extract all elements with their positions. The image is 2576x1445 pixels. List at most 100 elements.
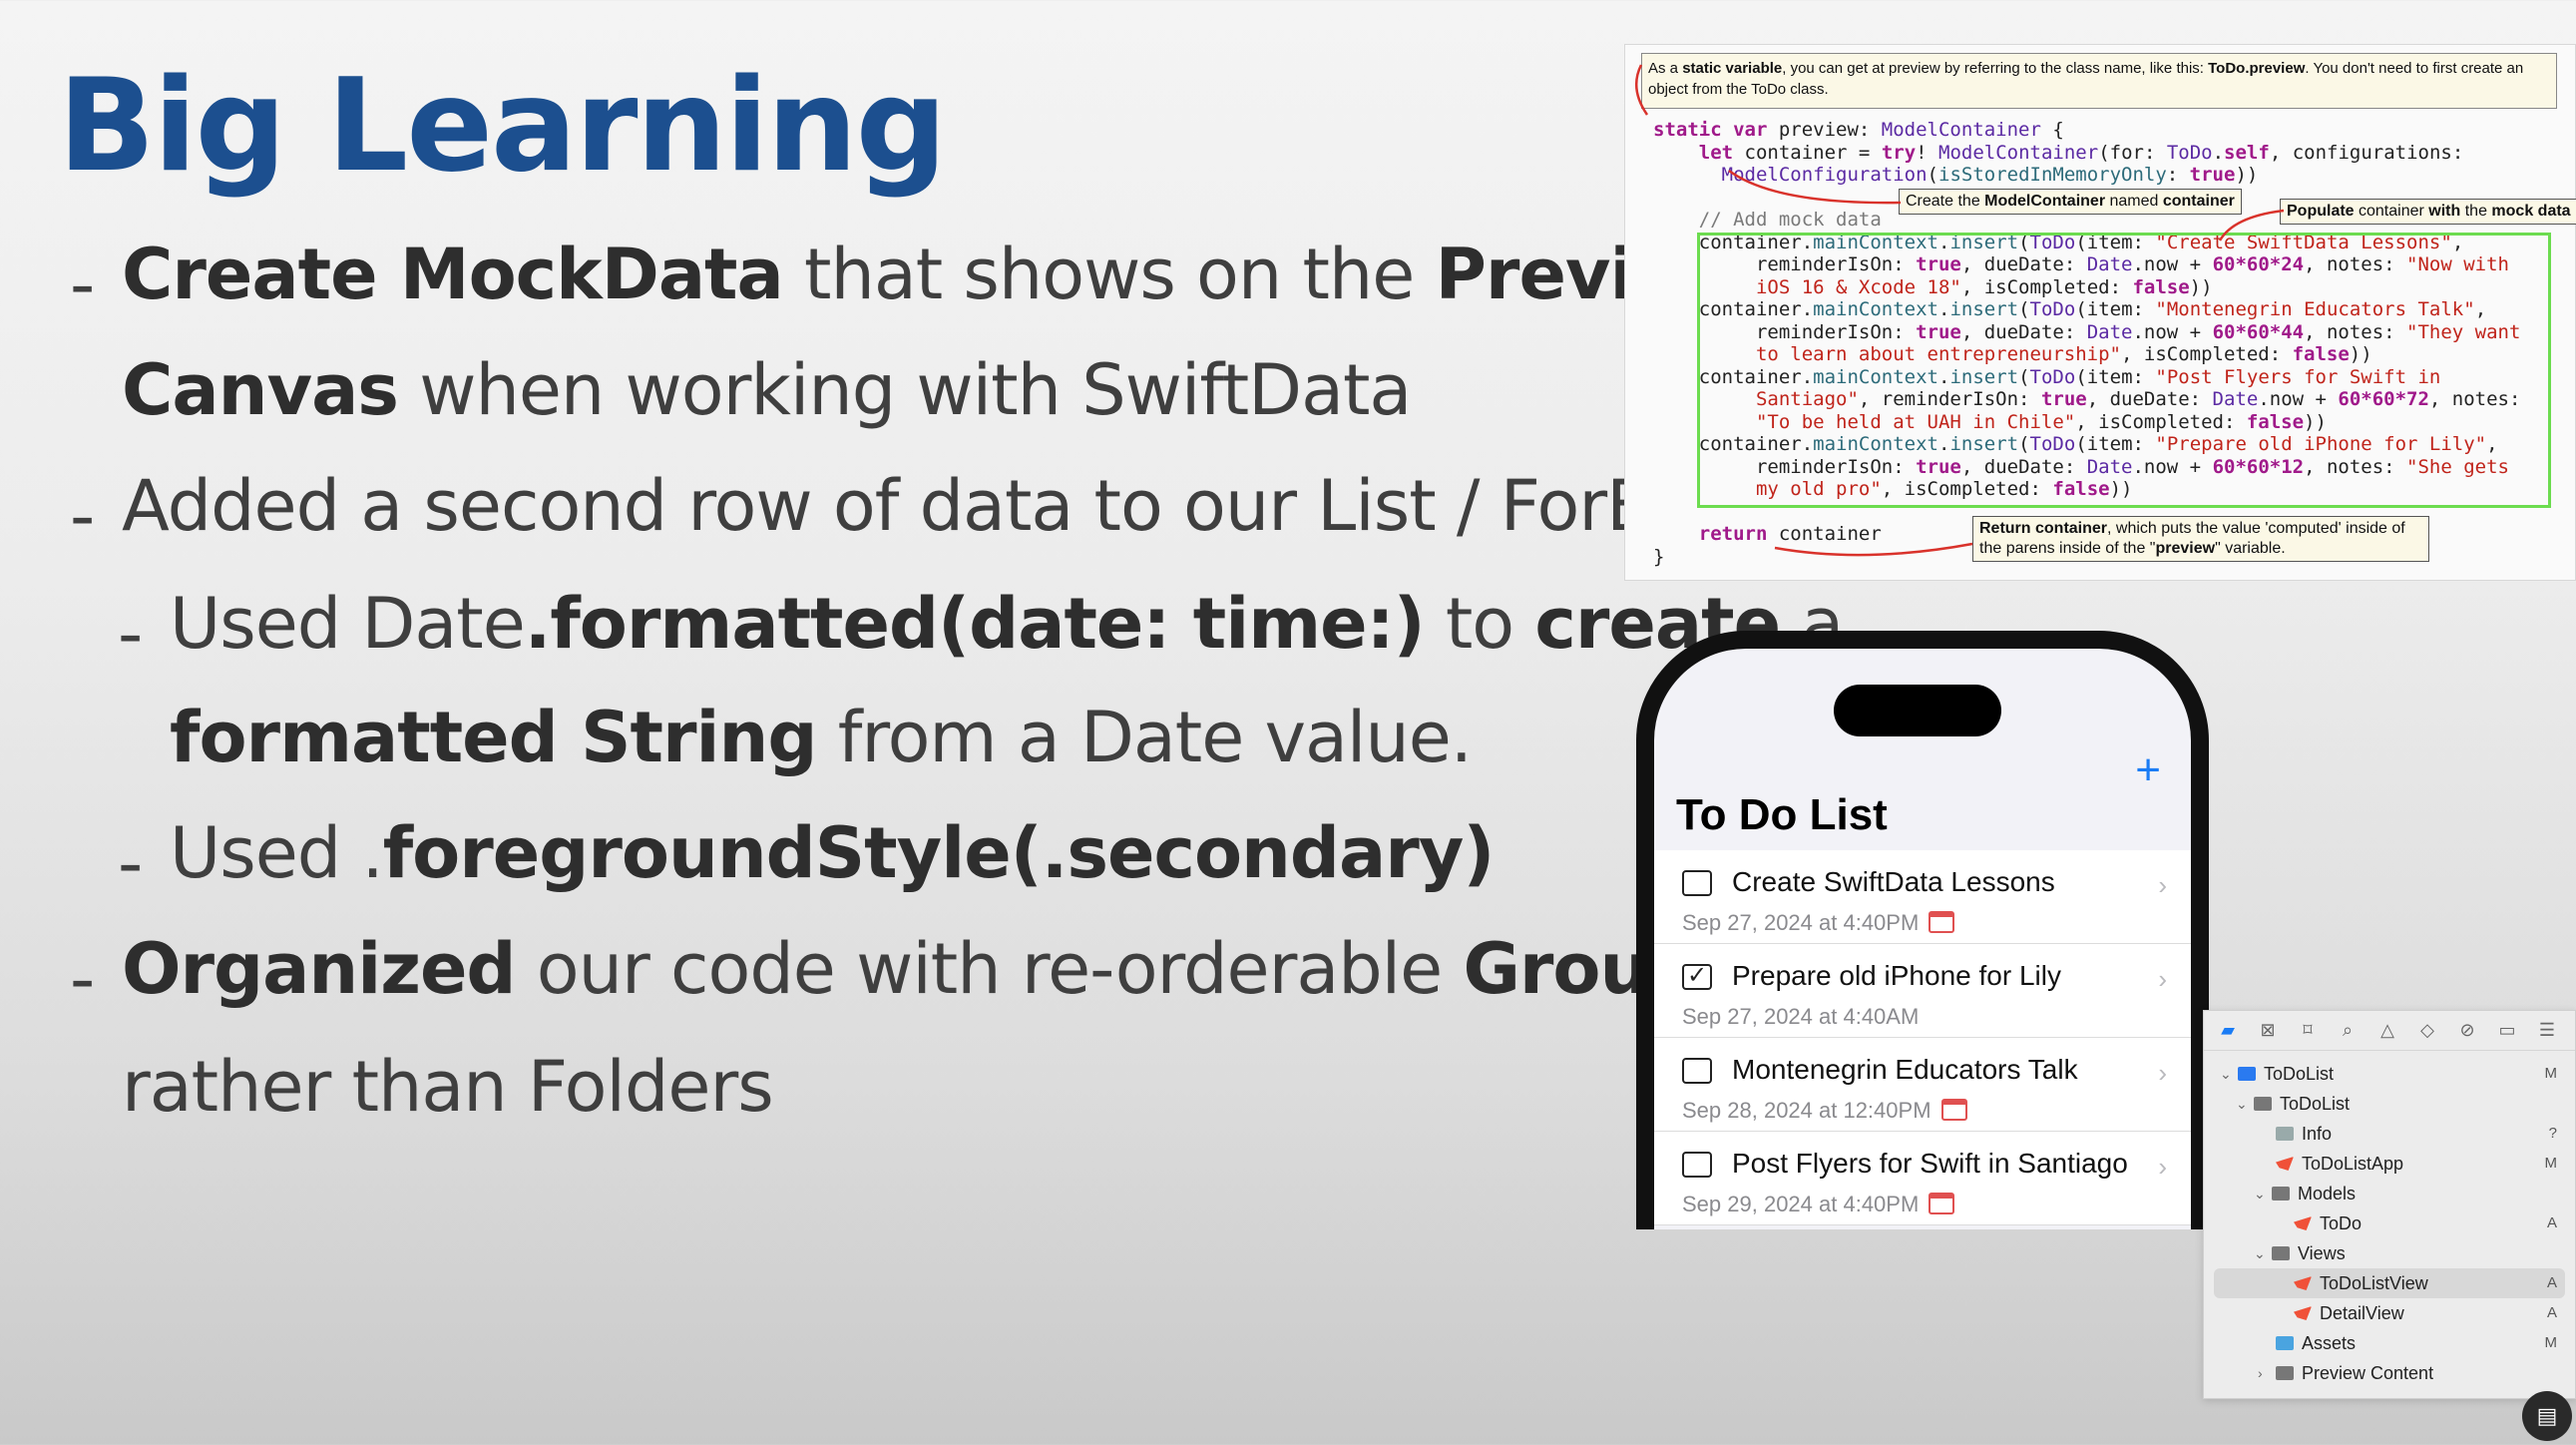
tree-row-group[interactable]: ⌄ Views bbox=[2204, 1238, 2575, 1268]
tree-label: ToDo bbox=[2320, 1213, 2362, 1233]
bullet-second-row: Added a second row of data to our List /… bbox=[122, 465, 1773, 547]
tree-row-group[interactable]: ⌄ ToDoList bbox=[2204, 1089, 2575, 1119]
tree-row-project[interactable]: ⌄ ToDoList M bbox=[2204, 1059, 2575, 1089]
swift-file-icon bbox=[2294, 1306, 2312, 1320]
code-screenshot: As a static variable, you can get at pre… bbox=[1624, 44, 2576, 581]
git-status: A bbox=[2546, 1214, 2557, 1231]
test-icon[interactable]: ◇ bbox=[2417, 1020, 2437, 1041]
todo-due-date: Sep 28, 2024 at 12:40PM bbox=[1682, 1098, 1967, 1124]
tree-row-file[interactable]: Info ? bbox=[2204, 1119, 2575, 1149]
tree-label: DetailView bbox=[2320, 1303, 2404, 1323]
search-icon[interactable]: ⌕ bbox=[2338, 1020, 2358, 1041]
arrow-static bbox=[1634, 64, 1649, 116]
chevron-right-icon: › bbox=[2158, 1152, 2167, 1182]
source-control-icon[interactable]: ⊠ bbox=[2258, 1020, 2278, 1041]
bullet-mockdata-line1: Create MockData that shows on the Previe… bbox=[122, 234, 1744, 315]
calendar-reminder-icon bbox=[1929, 1193, 1955, 1214]
tree-label: Assets bbox=[2302, 1333, 2357, 1353]
folder-icon bbox=[2272, 1187, 2290, 1201]
add-todo-button[interactable]: + bbox=[2135, 748, 2161, 792]
git-status: ? bbox=[2548, 1125, 2557, 1142]
tree-label: Preview Content bbox=[2302, 1363, 2434, 1383]
tree-label: ToDoList bbox=[2280, 1094, 2351, 1114]
todo-due-date: Sep 29, 2024 at 4:40PM bbox=[1682, 1192, 1955, 1217]
chevron-down-icon[interactable]: ⌄ bbox=[2220, 1059, 2232, 1089]
arrow-populate bbox=[2218, 209, 2285, 241]
chevron-right-icon: › bbox=[2158, 964, 2167, 994]
tree-row-file[interactable]: DetailView A bbox=[2204, 1298, 2575, 1328]
tree-row-file[interactable]: ToDoListApp M bbox=[2204, 1149, 2575, 1179]
xcode-project-icon bbox=[2238, 1067, 2256, 1081]
git-status: M bbox=[2544, 1155, 2558, 1172]
checkbox-icon[interactable] bbox=[1682, 1058, 1712, 1084]
checkbox-icon[interactable] bbox=[1682, 870, 1712, 896]
bullet-formatted-line1: Used Date.formatted(date: time:) to crea… bbox=[170, 583, 1844, 665]
report-icon[interactable]: ☰ bbox=[2537, 1020, 2557, 1041]
git-status: M bbox=[2544, 1065, 2558, 1082]
todo-row[interactable]: Montenegrin Educators Talk Sep 28, 2024 … bbox=[1654, 1038, 2191, 1132]
tree-row-group[interactable]: › Preview Content bbox=[2204, 1358, 2575, 1388]
captions-button[interactable]: ▤ bbox=[2522, 1391, 2572, 1441]
bullet-dash: - bbox=[118, 822, 144, 904]
debug-icon[interactable]: ⊘ bbox=[2457, 1020, 2477, 1041]
tree-row-file-selected[interactable]: ToDoListView A bbox=[2214, 1268, 2565, 1298]
tree-label: ToDoList bbox=[2264, 1064, 2335, 1084]
asset-catalog-icon bbox=[2276, 1336, 2294, 1350]
tree-label: ToDoListView bbox=[2320, 1273, 2428, 1293]
git-status: A bbox=[2546, 1304, 2557, 1321]
todo-due-date: Sep 27, 2024 at 4:40PM bbox=[1682, 910, 1955, 936]
iphone-preview: + To Do List Create SwiftData Lessons Se… bbox=[1636, 631, 2209, 1229]
checkbox-icon[interactable] bbox=[1682, 1152, 1712, 1178]
todo-item-label: Prepare old iPhone for Lily bbox=[1732, 960, 2061, 991]
tree-row-file[interactable]: Assets M bbox=[2204, 1328, 2575, 1358]
todo-list: Create SwiftData Lessons Sep 27, 2024 at… bbox=[1654, 850, 2191, 1225]
tree-row-file[interactable]: ToDo A bbox=[2204, 1208, 2575, 1238]
chevron-right-icon: › bbox=[2158, 870, 2167, 900]
tree-row-group[interactable]: ⌄ Models bbox=[2204, 1179, 2575, 1208]
tree-label: Views bbox=[2298, 1243, 2346, 1263]
slide-title: Big Learning bbox=[58, 52, 947, 201]
bullet-dash: - bbox=[70, 938, 96, 1020]
todo-item-label: Create SwiftData Lessons bbox=[1732, 866, 2055, 897]
navigator-toolbar: ▰ ⊠ ⌑ ⌕ △ ◇ ⊘ ▭ ☰ bbox=[2204, 1011, 2575, 1051]
todo-row[interactable]: Create SwiftData Lessons Sep 27, 2024 at… bbox=[1654, 850, 2191, 944]
chevron-down-icon[interactable]: ⌄ bbox=[2254, 1179, 2266, 1208]
calendar-reminder-icon bbox=[1940, 1099, 1967, 1121]
checkbox-checked-icon[interactable]: ✓ bbox=[1682, 964, 1712, 990]
folder-icon bbox=[2276, 1366, 2294, 1380]
todo-row[interactable]: Post Flyers for Swift in Santiago Sep 29… bbox=[1654, 1132, 2191, 1225]
chevron-down-icon[interactable]: ⌄ bbox=[2236, 1089, 2248, 1119]
chevron-down-icon[interactable]: ⌄ bbox=[2254, 1238, 2266, 1268]
swift-file-icon bbox=[2276, 1157, 2294, 1171]
folder-icon[interactable]: ▰ bbox=[2218, 1020, 2238, 1041]
todo-item-label: Montenegrin Educators Talk bbox=[1732, 1054, 2078, 1085]
tree-label: Models bbox=[2298, 1184, 2357, 1204]
phone-screen: + To Do List Create SwiftData Lessons Se… bbox=[1654, 649, 2191, 1229]
chevron-right-icon[interactable]: › bbox=[2258, 1358, 2263, 1388]
bullet-foreground-style: Used .foregroundStyle(.secondary) bbox=[170, 812, 1495, 894]
bullet-groups-line2: rather than Folders bbox=[122, 1046, 774, 1128]
project-navigator: ▰ ⊠ ⌑ ⌕ △ ◇ ⊘ ▭ ☰ ⌄ ToDoList M ⌄ ToDoLis… bbox=[2203, 1010, 2576, 1399]
folder-icon bbox=[2272, 1246, 2290, 1260]
todo-row[interactable]: ✓ Prepare old iPhone for Lily Sep 27, 20… bbox=[1654, 944, 2191, 1038]
folder-icon bbox=[2254, 1097, 2272, 1111]
plist-icon bbox=[2276, 1127, 2294, 1141]
git-status: A bbox=[2546, 1274, 2557, 1291]
bullet-dash: - bbox=[118, 593, 144, 675]
bullet-formatted-line2: formatted String from a Date value. bbox=[170, 697, 1473, 778]
bullet-dash: - bbox=[70, 475, 96, 557]
bookmark-icon[interactable]: ⌑ bbox=[2298, 1020, 2318, 1041]
chevron-right-icon: › bbox=[2158, 1058, 2167, 1088]
breakpoint-icon[interactable]: ▭ bbox=[2497, 1020, 2517, 1041]
calendar-reminder-icon bbox=[1929, 911, 1955, 933]
bullet-dash: - bbox=[70, 243, 96, 325]
callout-arrows bbox=[1634, 64, 2285, 557]
tree-label: Info bbox=[2302, 1124, 2333, 1144]
arrow-return bbox=[1774, 542, 1973, 557]
arrow-create bbox=[1728, 169, 1902, 205]
todo-item-label: Post Flyers for Swift in Santiago bbox=[1732, 1148, 2128, 1179]
swift-file-icon bbox=[2294, 1276, 2312, 1290]
warning-icon[interactable]: △ bbox=[2377, 1020, 2397, 1041]
tree-label: ToDoListApp bbox=[2302, 1154, 2404, 1174]
bullet-mockdata-line2: Canvas when working with SwiftData bbox=[122, 349, 1412, 431]
